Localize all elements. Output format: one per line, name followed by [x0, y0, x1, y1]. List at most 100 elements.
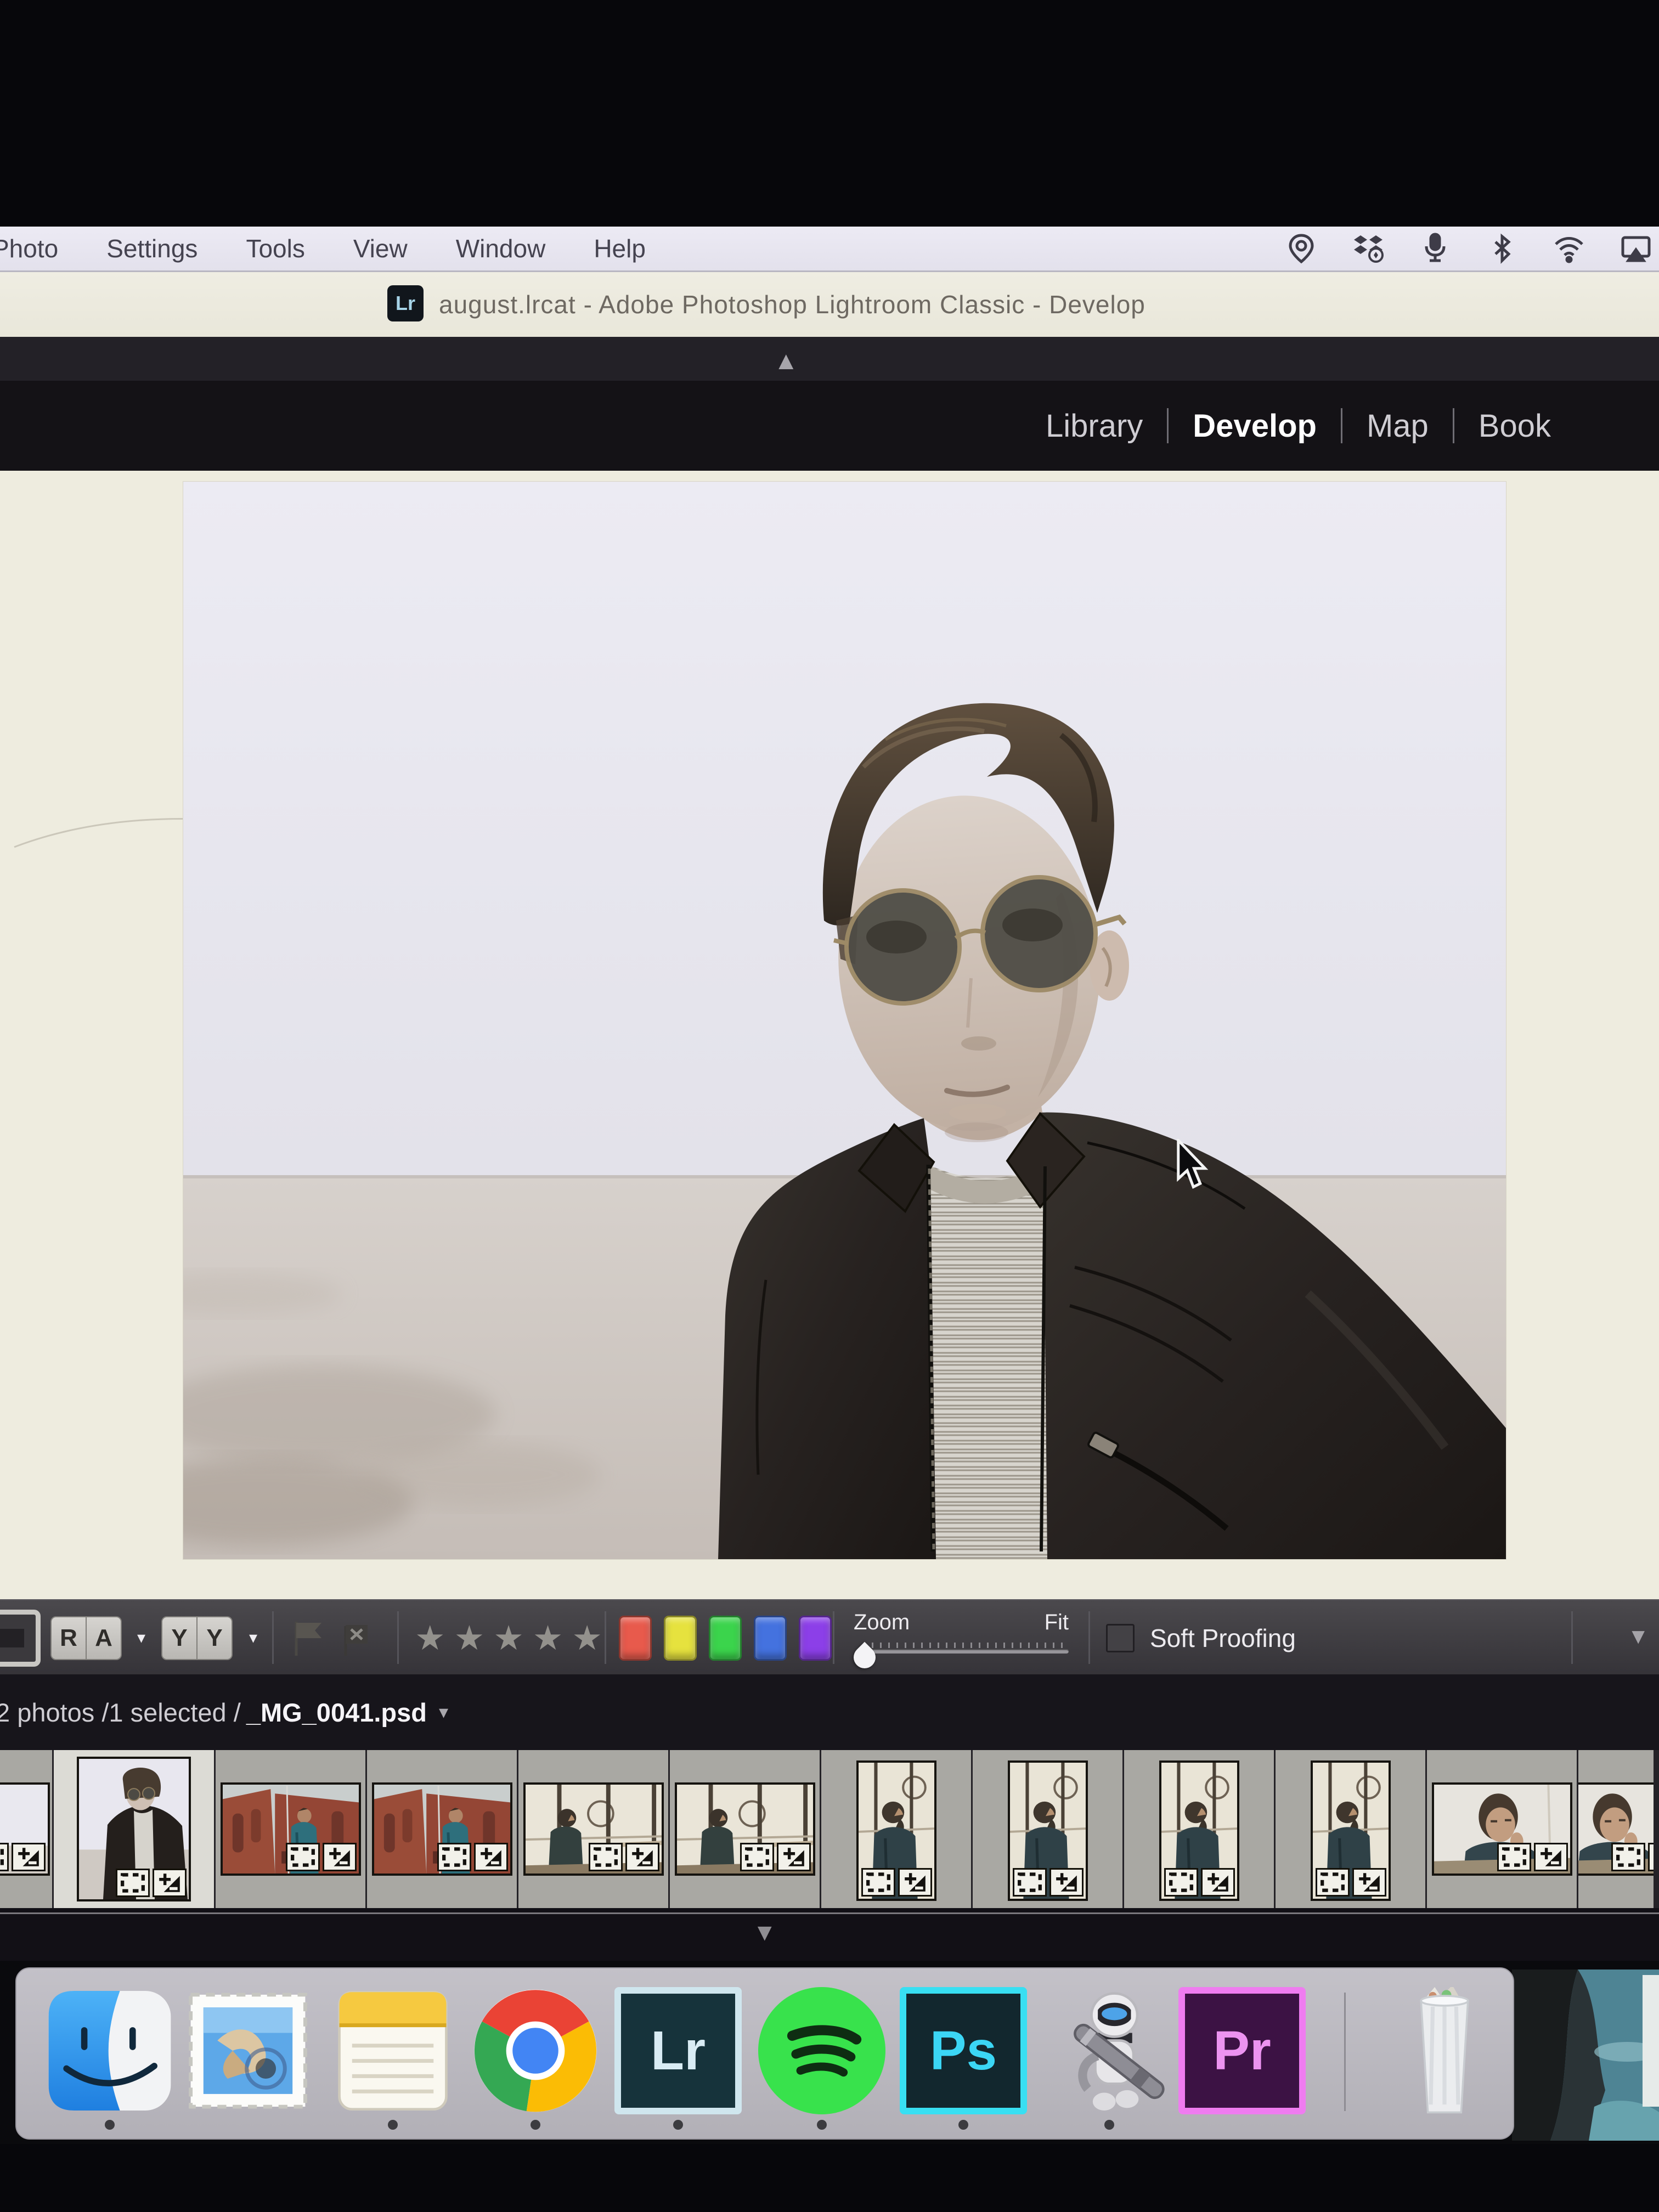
menu-view[interactable]: View — [353, 234, 408, 263]
location-icon[interactable] — [1284, 231, 1319, 266]
adjustment-badge-icon[interactable] — [625, 1843, 659, 1871]
current-filename[interactable]: _MG_0041.psd — [246, 1697, 427, 1728]
zoom-slider-track[interactable] — [864, 1649, 1069, 1654]
crop-badge-icon[interactable] — [116, 1869, 150, 1897]
adjustment-badge-icon[interactable] — [1352, 1868, 1386, 1897]
view-button-y2[interactable]: Y — [161, 1616, 198, 1660]
toolbar-options-dropdown-icon[interactable]: ▼ — [1627, 1624, 1649, 1649]
dock-notes-icon[interactable] — [329, 1987, 456, 2114]
thumbnail-image-brick[interactable] — [221, 1782, 361, 1876]
loupe-view-button[interactable] — [0, 1600, 41, 1675]
star-rating[interactable]: ★★★★★ — [415, 1600, 611, 1675]
fit-label[interactable]: Fit — [1045, 1610, 1069, 1635]
before-after-dropdown-icon[interactable]: ▾ — [240, 1600, 257, 1675]
adjustment-badge-icon[interactable] — [474, 1843, 508, 1871]
dock-automator-icon[interactable] — [1046, 1987, 1173, 2114]
dock-chrome-icon[interactable] — [472, 1987, 599, 2114]
module-tab-book[interactable]: Book — [1454, 408, 1575, 444]
rating-star[interactable]: ★ — [493, 1618, 533, 1658]
crop-badge-icon[interactable] — [589, 1843, 623, 1871]
thumbnail-image-window-portrait[interactable] — [1311, 1760, 1391, 1901]
zoom-label[interactable]: Zoom — [854, 1610, 910, 1635]
color-label-swatches[interactable] — [619, 1600, 832, 1675]
adjustment-badge-icon[interactable] — [1201, 1868, 1235, 1897]
crop-badge-icon[interactable] — [1497, 1843, 1531, 1871]
menu-help[interactable]: Help — [594, 234, 646, 263]
color-label-swatch[interactable] — [754, 1616, 787, 1661]
color-label-swatch[interactable] — [799, 1616, 832, 1661]
thumbnail-image-closeup[interactable] — [1578, 1782, 1654, 1876]
filmstrip-thumbnail[interactable] — [1578, 1750, 1654, 1908]
filmstrip-thumbnail[interactable] — [1276, 1750, 1425, 1908]
crop-badge-icon[interactable] — [286, 1843, 320, 1871]
thumbnail-image-window-portrait[interactable] — [1008, 1760, 1088, 1901]
crop-badge-icon[interactable] — [1164, 1868, 1198, 1897]
adjustment-badge-icon[interactable] — [1534, 1843, 1568, 1871]
filmstrip-thumbnail[interactable] — [670, 1750, 820, 1908]
dropbox-sync-icon[interactable] — [1351, 231, 1386, 266]
color-label-swatch[interactable] — [619, 1616, 652, 1661]
airplay-display-icon[interactable] — [1618, 231, 1654, 266]
dock-photoshop-icon[interactable]: Ps — [900, 1987, 1027, 2114]
crop-badge-icon[interactable] — [1316, 1868, 1350, 1897]
filmstrip-thumbnail[interactable] — [1124, 1750, 1274, 1908]
view-button-r0[interactable]: R — [50, 1616, 87, 1660]
main-photo-canvas[interactable] — [183, 482, 1506, 1559]
thumbnail-image-window-portrait[interactable] — [856, 1760, 936, 1901]
filmstrip-thumbnail[interactable] — [518, 1750, 668, 1908]
flag-reject-icon[interactable] — [339, 1600, 375, 1675]
wifi-icon[interactable] — [1551, 231, 1587, 266]
thumbnail-image-window-portrait[interactable] — [1159, 1760, 1239, 1901]
menu-tools[interactable]: Tools — [246, 234, 304, 263]
dock-spotify-icon[interactable] — [758, 1987, 885, 2114]
rating-star[interactable]: ★ — [454, 1618, 494, 1658]
flag-pick-icon[interactable] — [291, 1600, 327, 1675]
filmstrip-thumbnail[interactable] — [0, 1750, 52, 1908]
reference-view-dropdown-icon[interactable]: ▾ — [128, 1600, 145, 1675]
microphone-icon[interactable] — [1418, 231, 1453, 266]
crop-badge-icon[interactable] — [437, 1843, 471, 1871]
menu-photo[interactable]: Photo — [0, 234, 58, 263]
thumbnail-image-closeup[interactable] — [1432, 1782, 1572, 1876]
adjustment-badge-icon[interactable] — [12, 1843, 46, 1871]
menu-window[interactable]: Window — [456, 234, 546, 263]
dock-trash-icon[interactable] — [1392, 1987, 1497, 2114]
thumbnail-image-bw-edge[interactable] — [0, 1782, 50, 1876]
module-tab-map[interactable]: Map — [1342, 408, 1453, 444]
dock-premiere-icon[interactable]: Pr — [1178, 1987, 1306, 2114]
hide-filmstrip-icon[interactable]: ▼ — [753, 1919, 777, 1946]
dock-finder-icon[interactable] — [46, 1987, 173, 2114]
dock-lightroom-icon[interactable]: Lr — [614, 1987, 742, 2114]
menu-settings[interactable]: Settings — [106, 234, 198, 263]
filmstrip-thumbnail-selected[interactable] — [54, 1750, 214, 1908]
rating-star[interactable]: ★ — [533, 1618, 572, 1658]
module-tab-library[interactable]: Library — [1022, 408, 1167, 444]
color-label-swatch[interactable] — [709, 1616, 742, 1661]
rating-star[interactable]: ★ — [415, 1618, 454, 1658]
thumbnail-image-window[interactable] — [675, 1782, 815, 1876]
dock-mail-icon[interactable] — [184, 1987, 312, 2114]
filmstrip-thumbnail[interactable] — [216, 1750, 365, 1908]
thumbnail-image-brick[interactable] — [372, 1782, 512, 1876]
adjustment-badge-icon[interactable] — [898, 1868, 932, 1897]
module-tab-develop[interactable]: Develop — [1169, 408, 1341, 444]
adjustment-badge-icon[interactable] — [777, 1843, 811, 1871]
thumbnail-image-bw-portrait[interactable] — [77, 1757, 191, 1901]
crop-badge-icon[interactable] — [0, 1843, 9, 1871]
filmstrip-thumbnail[interactable] — [821, 1750, 971, 1908]
thumbnail-image-window[interactable] — [523, 1782, 664, 1876]
adjustment-badge-icon[interactable] — [153, 1869, 187, 1897]
crop-badge-icon[interactable] — [1013, 1868, 1047, 1897]
filmstrip-thumbnail[interactable] — [1427, 1750, 1577, 1908]
filmstrip-thumbnail[interactable] — [973, 1750, 1122, 1908]
adjustment-badge-icon[interactable] — [1049, 1868, 1084, 1897]
filename-dropdown-icon[interactable]: ▾ — [439, 1701, 448, 1723]
crop-badge-icon[interactable] — [740, 1843, 774, 1871]
adjustment-badge-icon[interactable] — [1648, 1843, 1654, 1871]
crop-badge-icon[interactable] — [861, 1868, 895, 1897]
crop-badge-icon[interactable] — [1611, 1843, 1645, 1871]
adjustment-badge-icon[interactable] — [323, 1843, 357, 1871]
collapse-top-panel-icon[interactable]: ▲ — [774, 346, 799, 375]
color-label-swatch[interactable] — [664, 1616, 697, 1661]
view-button-a1[interactable]: A — [87, 1616, 122, 1660]
